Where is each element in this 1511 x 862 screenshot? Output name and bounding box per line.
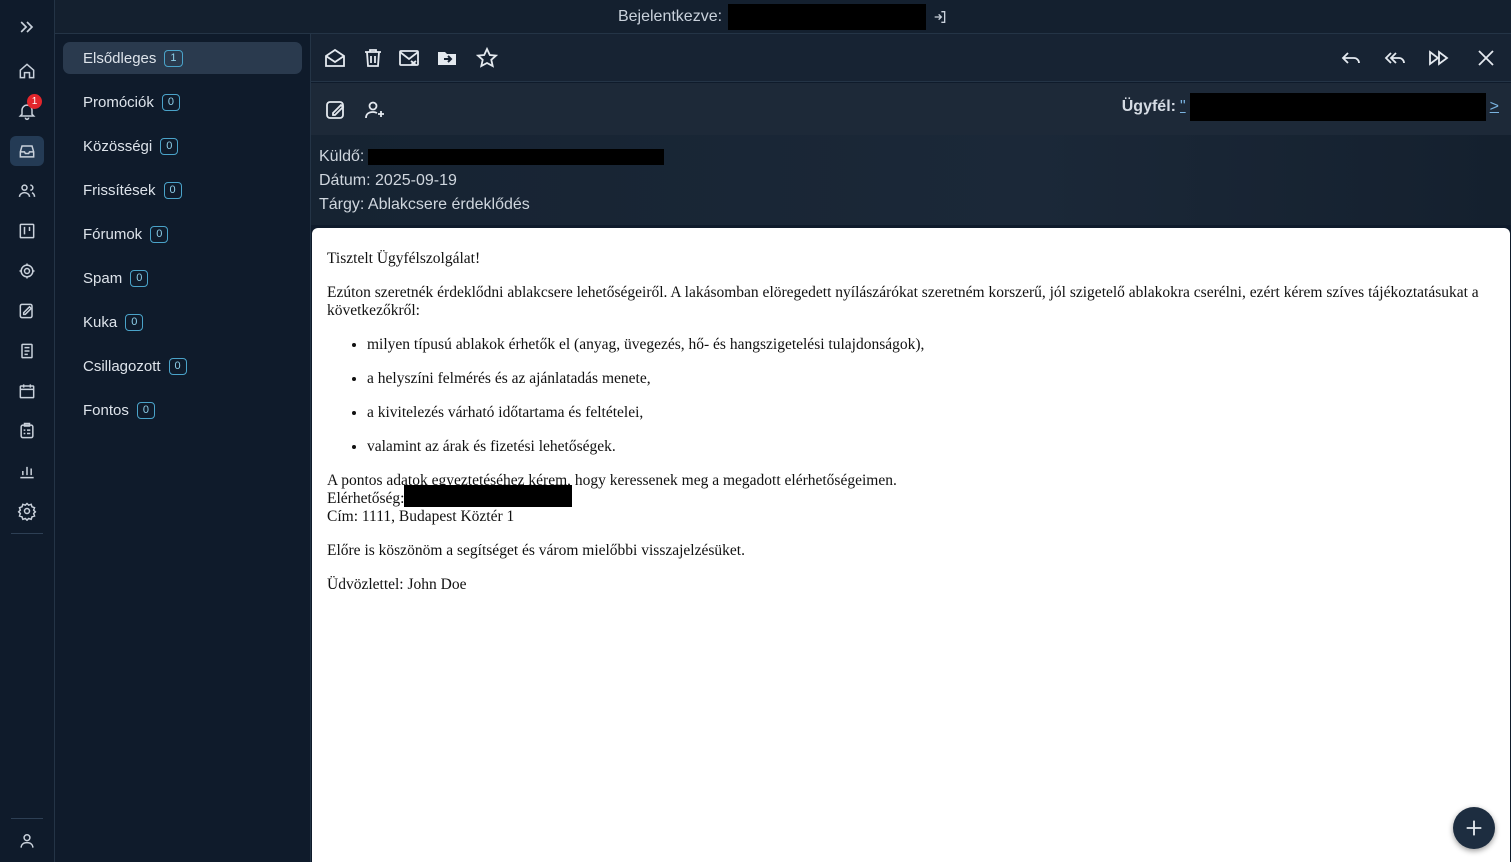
trash-icon[interactable]: [360, 45, 386, 71]
client-link-end[interactable]: >: [1490, 98, 1499, 116]
folder-label: Elsődleges: [83, 49, 157, 67]
add-contact-icon[interactable]: [362, 97, 388, 123]
email-contact-block: A pontos adatok egyeztetéséhez kérem, ho…: [327, 472, 1495, 526]
folder-label: Fontos: [83, 401, 129, 419]
reply-all-icon[interactable]: [1382, 45, 1408, 71]
forward-icon[interactable]: [1426, 45, 1452, 71]
close-icon[interactable]: [1473, 45, 1499, 71]
folder-count-badge: 0: [160, 137, 179, 155]
rail-divider: [11, 818, 43, 819]
folder-count-badge: 0: [150, 225, 169, 243]
app-rail: 1: [0, 0, 55, 862]
email-date: Dátum: 2025-09-19: [319, 172, 457, 189]
mark-read-icon[interactable]: [322, 45, 348, 71]
redacted-contact: [404, 485, 573, 508]
folder-label: Promóciók: [83, 93, 154, 111]
email-signoff: Üdvözlettel: John Doe: [327, 576, 467, 593]
folder-count-badge: 0: [130, 269, 149, 287]
email-thanks: Előre is köszönöm a segítséget és várom …: [327, 542, 745, 559]
contacts-icon[interactable]: [10, 176, 44, 206]
client-label: Ügyfél:: [1121, 98, 1176, 115]
notification-bell-icon[interactable]: 1: [10, 94, 44, 126]
folder-count-badge: 0: [163, 181, 182, 199]
email-bullet-list: milyen típusú ablakok érhetők el (anyag,…: [367, 336, 1495, 456]
folder-label: Közösségi: [83, 137, 153, 155]
rail-divider: [11, 533, 43, 534]
folder-label: Kuka: [83, 313, 118, 331]
redacted-sender: [368, 149, 665, 165]
email-greeting: Tisztelt Ügyfélszolgálat!: [327, 250, 481, 267]
email-subject: Tárgy: Ablakcsere érdeklődés: [319, 196, 530, 213]
folder-kozossegi[interactable]: Közösségi 0: [63, 130, 302, 162]
folder-count-badge: 0: [168, 357, 187, 375]
inbox-icon[interactable]: [10, 136, 44, 166]
folder-promociok[interactable]: Promóciók 0: [63, 86, 302, 118]
list-item: a helyszíni felmérés és az ajánlatadás m…: [367, 370, 1495, 388]
folder-elsodleges[interactable]: Elsődleges 1: [63, 42, 302, 74]
kanban-icon[interactable]: [10, 216, 44, 246]
client-toolbar: Ügyfél: " >: [311, 83, 1511, 135]
redacted-client-name: [1189, 93, 1486, 121]
redacted-username: [728, 3, 927, 30]
folder-fontos[interactable]: Fontos 0: [63, 394, 302, 426]
home-icon[interactable]: [10, 56, 44, 86]
folder-list: Elsődleges 1 Promóciók 0 Közösségi 0 Fri…: [55, 34, 311, 862]
list-item: a kivitelezés várható időtartama és felt…: [367, 404, 1495, 422]
plus-icon: [1466, 820, 1482, 836]
folder-label: Csillagozott: [83, 357, 161, 375]
logout-icon[interactable]: [932, 9, 948, 25]
client-field: Ügyfél: " >: [1122, 93, 1499, 121]
notification-count-badge: 1: [27, 94, 42, 109]
folder-count-badge: 0: [125, 313, 144, 331]
calendar-icon[interactable]: [10, 376, 44, 406]
expand-icon[interactable]: [10, 12, 44, 42]
client-link[interactable]: ": [1180, 98, 1186, 116]
compose-icon[interactable]: [323, 97, 349, 123]
email-body: Tisztelt Ügyfélszolgálat! Ezúton szeretn…: [312, 228, 1510, 862]
checklist-icon[interactable]: [10, 416, 44, 446]
folder-label: Frissítések: [83, 181, 156, 199]
folder-spam[interactable]: Spam 0: [63, 262, 302, 294]
folder-count-badge: 1: [164, 49, 183, 67]
edit-note-icon[interactable]: [10, 296, 44, 326]
email-header: Küldő: Dátum: 2025-09-19 Tárgy: Ablakcse…: [311, 135, 1511, 225]
top-bar: Bejelentkezve:: [55, 0, 1511, 34]
list-item: milyen típusú ablakok érhetők el (anyag,…: [367, 336, 1495, 354]
list-item: valamint az árak és fizetési lehetőségek…: [367, 438, 1495, 456]
folder-count-badge: 0: [161, 93, 180, 111]
address-line: Cím: 1111, Budapest Köztér 1: [327, 508, 515, 525]
star-icon[interactable]: [474, 45, 500, 71]
folder-count-badge: 0: [136, 401, 155, 419]
folder-label: Fórumok: [83, 225, 143, 243]
folder-forumok[interactable]: Fórumok 0: [63, 218, 302, 250]
folder-csillagozott[interactable]: Csillagozott 0: [63, 350, 302, 382]
support-icon[interactable]: [10, 256, 44, 286]
logged-in-label: Bejelentkezve:: [617, 7, 723, 25]
folder-label: Spam: [83, 269, 123, 287]
mark-spam-icon[interactable]: [396, 45, 422, 71]
user-profile-icon[interactable]: [10, 826, 44, 856]
email-intro: Ezúton szeretnék érdeklődni ablakcsere l…: [327, 284, 1479, 319]
sender-label: Küldő:: [319, 148, 365, 165]
contact-label: Elérhetőség:: [327, 490, 405, 507]
stats-icon[interactable]: [10, 456, 44, 486]
folder-frissitesek[interactable]: Frissítések 0: [63, 174, 302, 206]
settings-gear-icon[interactable]: [10, 496, 44, 526]
message-toolbar: [311, 34, 1511, 82]
move-to-folder-icon[interactable]: [434, 45, 460, 71]
reply-icon[interactable]: [1338, 45, 1364, 71]
add-fab-button[interactable]: [1453, 807, 1495, 849]
document-icon[interactable]: [10, 336, 44, 366]
folder-kuka[interactable]: Kuka 0: [63, 306, 302, 338]
